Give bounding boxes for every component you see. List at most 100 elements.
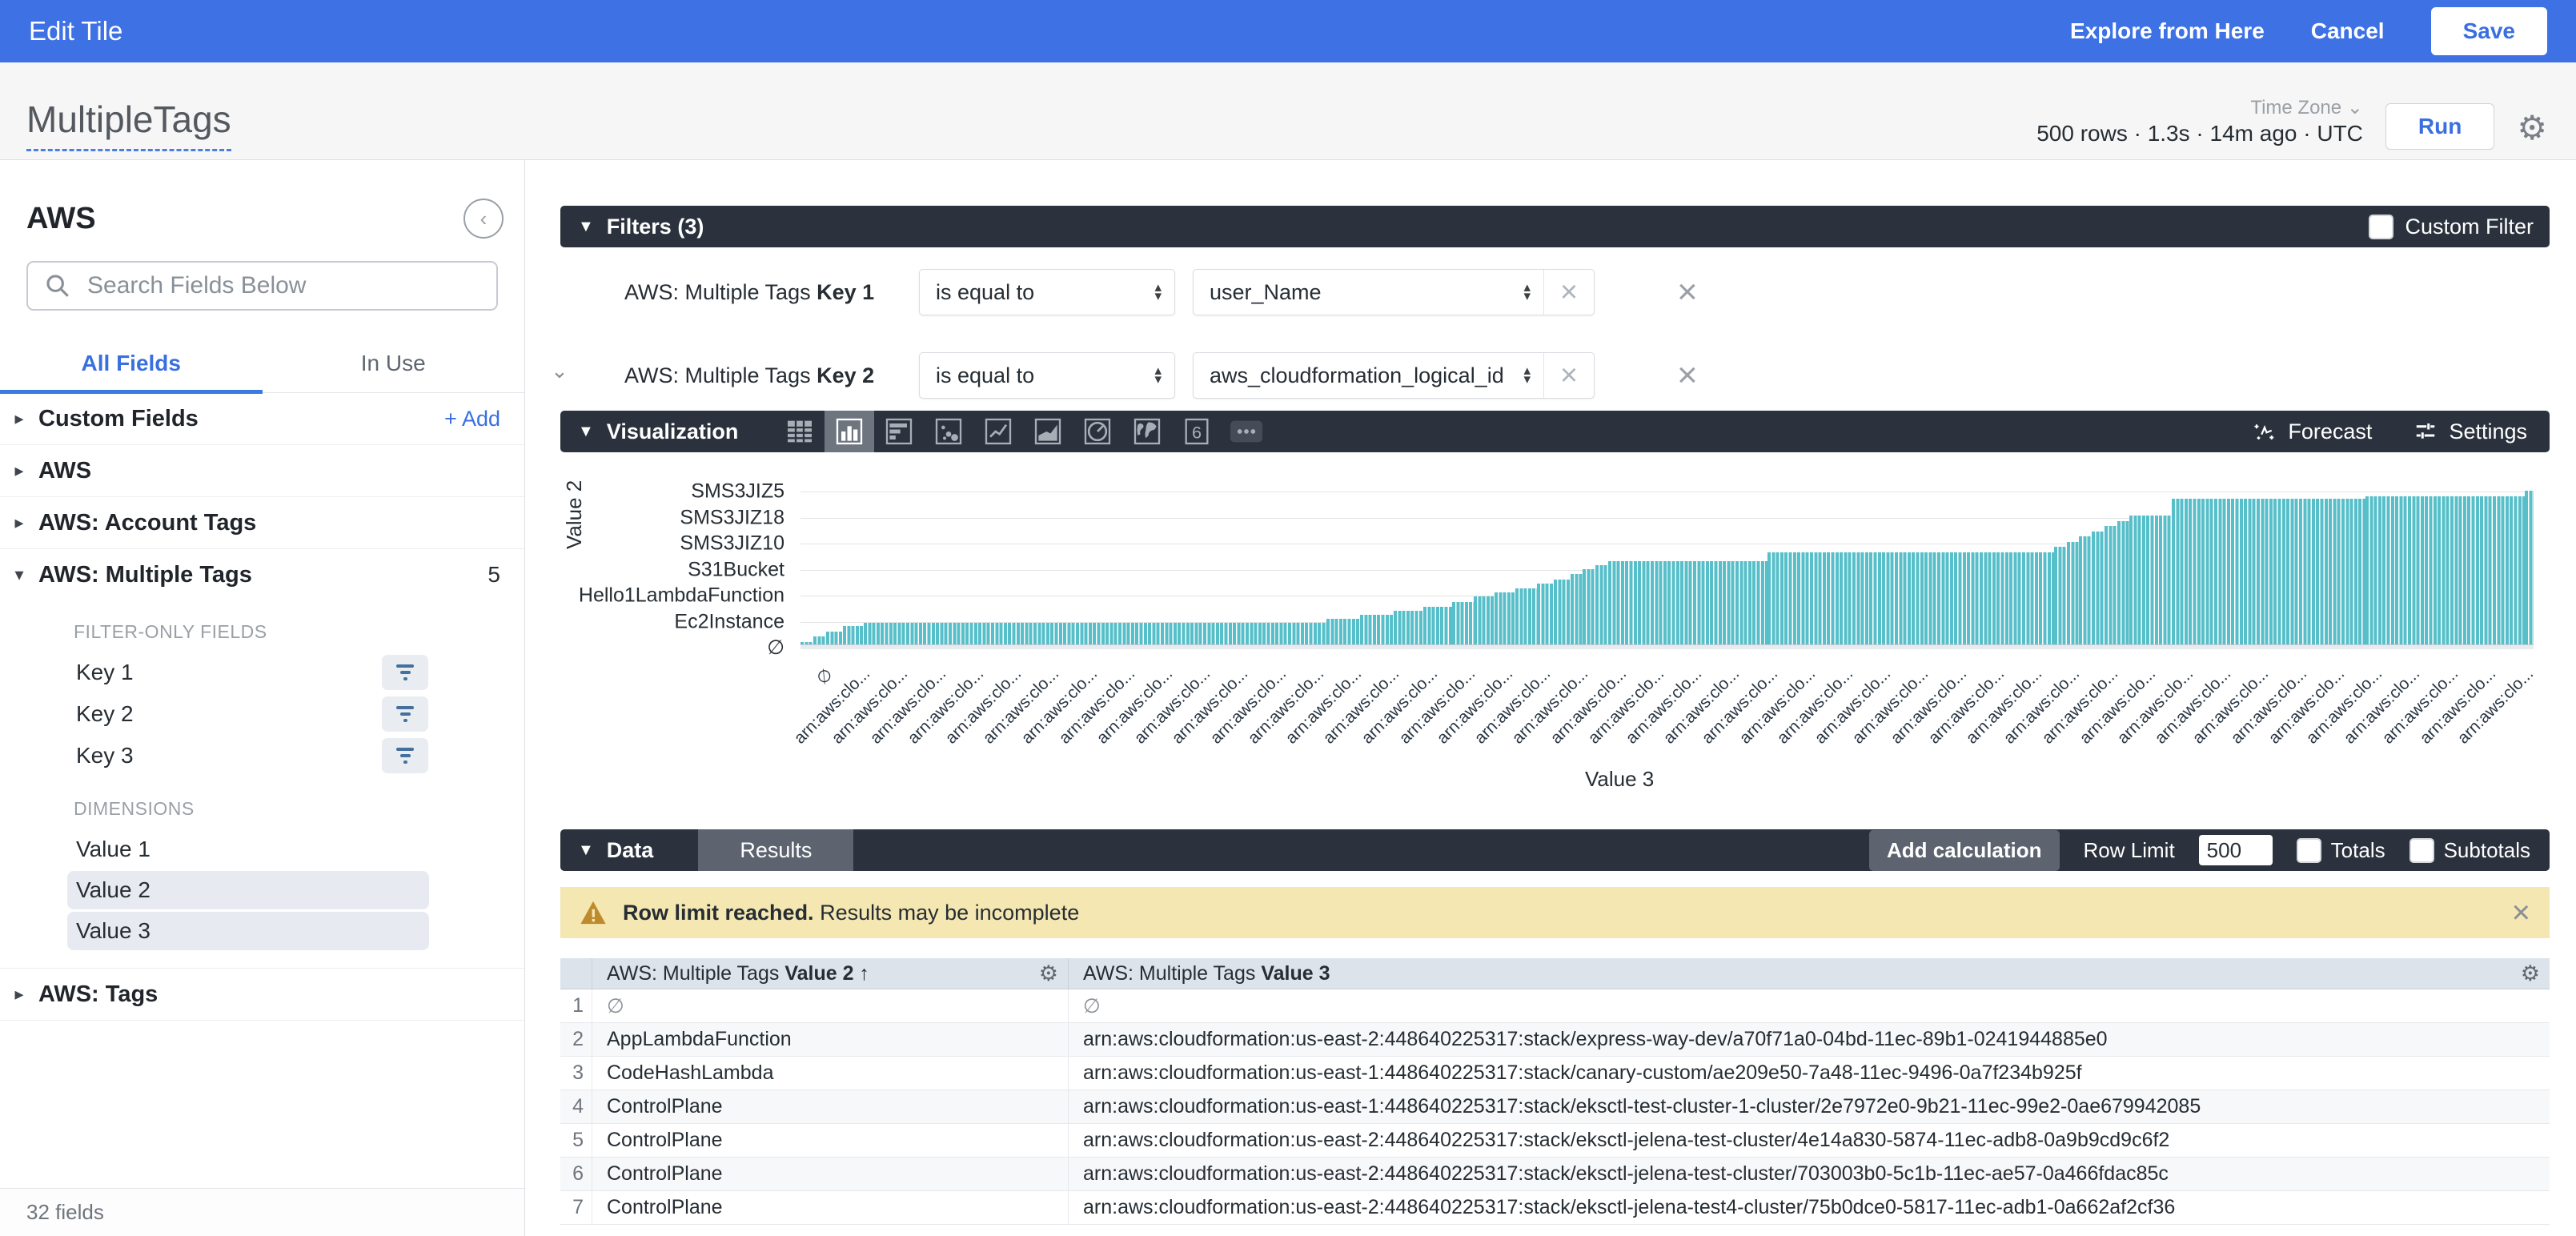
dismiss-warning-icon[interactable]: × <box>2512 897 2530 929</box>
column-chart-icon[interactable] <box>825 411 874 452</box>
map-icon[interactable] <box>1122 411 1172 452</box>
column-header-value3[interactable]: AWS: Multiple Tags Value 3 ⚙ <box>1069 958 2550 989</box>
bar-segment[interactable] <box>2067 542 2080 648</box>
column-header-value2[interactable]: AWS: Multiple Tags Value 2 ↑ ⚙ <box>592 958 1069 989</box>
cell-value3[interactable]: ∅ <box>1069 989 2550 1022</box>
subtotals-checkbox[interactable] <box>2409 838 2434 863</box>
bar-segment[interactable] <box>1583 569 1595 648</box>
cell-value3[interactable]: arn:aws:cloudformation:us-east-1:4486402… <box>1069 1090 2550 1123</box>
table-icon[interactable] <box>775 411 825 452</box>
remove-filter-icon[interactable]: × <box>1677 358 1698 393</box>
totals-checkbox[interactable] <box>2297 838 2321 863</box>
sidebar-group-aws-multiple-tags[interactable]: ▾ AWS: Multiple Tags 5 <box>0 549 524 600</box>
cell-value3[interactable]: arn:aws:cloudformation:us-east-1:4486402… <box>1069 1057 2550 1090</box>
cell-value2[interactable]: ControlPlane <box>592 1090 1069 1123</box>
tab-all-fields[interactable]: All Fields <box>0 338 263 392</box>
bar-segment[interactable] <box>2054 547 2067 648</box>
add-custom-field-button[interactable]: + Add <box>444 407 500 431</box>
caret-right-icon[interactable]: ▸ <box>0 512 38 533</box>
filter-operator-select[interactable]: is equal to ▴▾ <box>919 352 1175 399</box>
bar-segment[interactable] <box>1554 580 1571 648</box>
column-gear-icon[interactable]: ⚙ <box>1039 961 1058 986</box>
scroll-down-chevron-icon[interactable]: ⌄ <box>551 359 568 383</box>
pie-chart-icon[interactable] <box>1073 411 1122 452</box>
bar-segment[interactable] <box>2079 536 2092 648</box>
caret-down-icon[interactable]: ▼ <box>578 218 594 236</box>
filter-value-select[interactable]: aws_cloudformation_logical_id ▴▾ × <box>1193 352 1595 399</box>
row-limit-input[interactable] <box>2199 835 2273 865</box>
cell-value2[interactable]: ∅ <box>592 989 1069 1022</box>
cell-value2[interactable]: ControlPlane <box>592 1158 1069 1190</box>
cell-value2[interactable]: CodeHashLambda <box>592 1057 1069 1090</box>
cell-value2[interactable]: ControlPlane <box>592 1124 1069 1157</box>
add-calculation-button[interactable]: Add calculation <box>1869 830 2060 871</box>
search-input[interactable] <box>86 271 480 300</box>
bar-series[interactable] <box>800 476 2534 648</box>
sidebar-group-custom-fields[interactable]: ▸ Custom Fields + Add <box>0 393 524 445</box>
bar-segment[interactable] <box>2129 516 2172 648</box>
settings-button[interactable]: Settings <box>2413 419 2527 444</box>
bar-segment[interactable] <box>2105 526 2117 648</box>
bar-segment[interactable] <box>1394 611 1423 648</box>
forecast-button[interactable]: Forecast <box>2253 419 2372 444</box>
bar-segment[interactable] <box>2117 521 2130 648</box>
area-chart-icon[interactable] <box>1023 411 1073 452</box>
sidebar-group-aws-account-tags[interactable]: ▸ AWS: Account Tags <box>0 497 524 549</box>
bar-segment[interactable] <box>1360 615 1394 648</box>
caret-right-icon[interactable]: ▸ <box>0 984 38 1005</box>
bar-segment[interactable] <box>1608 561 1768 648</box>
single-value-icon[interactable]: 6 <box>1172 411 1222 452</box>
explore-from-here-button[interactable]: Explore from Here <box>2070 18 2265 44</box>
field-value-3-selected[interactable]: Value 3 <box>67 912 429 950</box>
field-value-1[interactable]: Value 1 <box>67 830 429 869</box>
data-section-header[interactable]: ▼ Data Results Add calculation Row Limit… <box>560 829 2550 871</box>
bar-segment[interactable] <box>2525 491 2534 648</box>
tile-title[interactable]: MultipleTags <box>26 98 231 151</box>
cell-value3[interactable]: arn:aws:cloudformation:us-east-2:4486402… <box>1069 1191 2550 1224</box>
bar-segment[interactable] <box>1537 584 1554 648</box>
bar-segment[interactable] <box>1571 574 1583 648</box>
bar-segment[interactable] <box>2172 499 2365 648</box>
more-viz-icon[interactable] <box>1222 411 1271 452</box>
field-search[interactable] <box>26 261 498 311</box>
filter-value-select[interactable]: user_Name ▴▾ × <box>1193 269 1595 315</box>
custom-filter-checkbox[interactable] <box>2369 215 2393 239</box>
caret-right-icon[interactable]: ▸ <box>0 408 38 429</box>
bar-segment[interactable] <box>1515 588 1536 648</box>
field-value-2-selected[interactable]: Value 2 <box>67 871 429 909</box>
results-tab[interactable]: Results <box>698 829 853 871</box>
column-gear-icon[interactable]: ⚙ <box>2521 961 2540 986</box>
tab-in-use[interactable]: In Use <box>263 338 525 392</box>
line-chart-icon[interactable] <box>973 411 1023 452</box>
filter-operator-select[interactable]: is equal to ▴▾ <box>919 269 1175 315</box>
sidebar-group-aws-tags[interactable]: ▸ AWS: Tags <box>0 968 524 1021</box>
bar-segment[interactable] <box>1452 602 1473 649</box>
scatter-chart-icon[interactable] <box>924 411 973 452</box>
run-button[interactable]: Run <box>2385 103 2494 150</box>
filter-icon[interactable] <box>382 655 428 690</box>
cancel-button[interactable]: Cancel <box>2311 18 2385 44</box>
caret-right-icon[interactable]: ▸ <box>0 460 38 481</box>
clear-value-icon[interactable]: × <box>1543 353 1594 398</box>
bar-segment[interactable] <box>1474 596 1495 648</box>
gear-icon[interactable]: ⚙ <box>2517 111 2547 150</box>
filters-section-header[interactable]: ▼ Filters (3) Custom Filter <box>560 206 2550 247</box>
remove-filter-icon[interactable]: × <box>1677 275 1698 310</box>
chart-plot-area[interactable] <box>800 476 2534 648</box>
bar-segment[interactable] <box>1595 565 1608 648</box>
bar-segment[interactable] <box>1495 592 1515 648</box>
sidebar-group-aws[interactable]: ▸ AWS <box>0 445 524 497</box>
cell-value3[interactable]: arn:aws:cloudformation:us-east-2:4486402… <box>1069 1158 2550 1190</box>
cell-value3[interactable]: arn:aws:cloudformation:us-east-2:4486402… <box>1069 1023 2550 1056</box>
filter-icon[interactable] <box>382 738 428 773</box>
bar-segment[interactable] <box>2092 532 2105 648</box>
bar-segment[interactable] <box>1767 552 2053 648</box>
cell-value2[interactable]: ControlPlane <box>592 1191 1069 1224</box>
visualization-section-header[interactable]: ▼ Visualization 6 Forecast Settings <box>560 411 2550 452</box>
filter-icon[interactable] <box>382 696 428 732</box>
caret-down-icon[interactable]: ▼ <box>578 841 594 860</box>
caret-down-icon[interactable]: ▾ <box>0 564 38 585</box>
time-zone-dropdown[interactable]: Time Zone ⌄ <box>2250 96 2363 119</box>
bar-segment[interactable] <box>1423 607 1453 648</box>
caret-down-icon[interactable]: ▼ <box>578 423 594 441</box>
